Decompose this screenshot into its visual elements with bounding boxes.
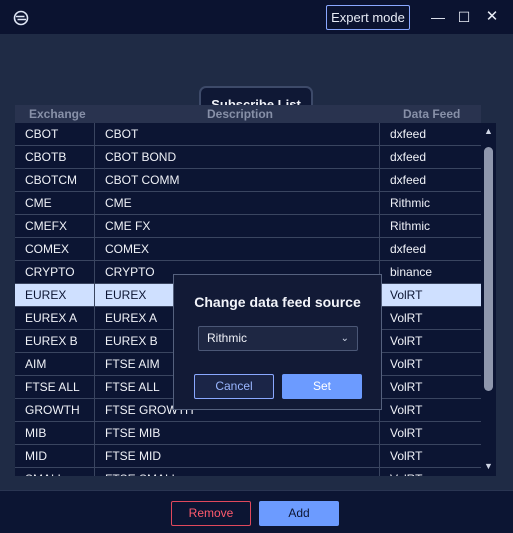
minimize-icon[interactable]: — [429, 8, 447, 26]
cell-description: CBOT BOND [95, 146, 380, 168]
header-exchange[interactable]: Exchange [29, 105, 86, 123]
cell-data-feed: Rithmic [390, 219, 431, 233]
cell-exchange: GROWTH [15, 399, 95, 421]
cell-data-feed: VolRT [380, 468, 481, 476]
table-row[interactable]: COMEX COMEX dxfeed [15, 238, 481, 261]
cell-data-feed: dxfeed [390, 127, 427, 141]
cell-exchange: EUREX [15, 284, 95, 306]
dialog-title: Change data feed source [194, 294, 361, 310]
table-row[interactable]: CME CME Rithmic [15, 192, 481, 215]
table-row[interactable]: CBOTB CBOT BOND dxfeed [15, 146, 481, 169]
cancel-button[interactable]: Cancel [194, 374, 274, 399]
table-header: Exchange Description Data Feed [15, 105, 481, 123]
vertical-scrollbar[interactable]: ▲ ▼ [481, 123, 496, 476]
table-row[interactable]: SMALLFTSE SMALLVolRT [15, 468, 481, 476]
cell-exchange: CMEFX [15, 215, 95, 237]
cell-exchange: EUREX A [15, 307, 95, 329]
cell-description: COMEX [95, 238, 380, 260]
cell-description: CBOT [95, 123, 380, 145]
cell-exchange: CBOTB [15, 146, 95, 168]
cell-exchange: CBOTCM [15, 169, 95, 191]
cell-description: FTSE SMALL [95, 468, 380, 476]
cell-data-feed: Rithmic [390, 196, 431, 210]
cell-data-feed: VolRT [390, 334, 423, 348]
table-row[interactable]: MID FTSE MID VolRT [15, 445, 481, 468]
data-feed-select[interactable]: Rithmic ⌄ [198, 326, 358, 351]
cell-description: CBOT COMM [95, 169, 380, 191]
table-row[interactable]: CBOT CBOT dxfeed [15, 123, 481, 146]
close-icon[interactable]: ✕ [483, 8, 501, 26]
table-row[interactable]: CMEFX CME FX Rithmic [15, 215, 481, 238]
cell-exchange: CBOT [15, 123, 95, 145]
header-description[interactable]: Description [207, 105, 273, 123]
footer-bar: Remove Add [0, 490, 513, 533]
scroll-down-arrow-icon[interactable]: ▼ [481, 459, 496, 473]
scroll-thumb[interactable] [484, 147, 493, 391]
cell-data-feed: VolRT [390, 426, 423, 440]
cell-data-feed: VolRT [390, 288, 423, 302]
cell-exchange: MID [15, 445, 95, 467]
cell-exchange: FTSE ALL [15, 376, 95, 398]
cell-description: FTSE MID [95, 445, 380, 467]
cell-data-feed: VolRT [390, 311, 423, 325]
table-row[interactable]: CBOTCM CBOT COMM dxfeed [15, 169, 481, 192]
title-bar: Expert mode — ☐ ✕ [0, 0, 513, 34]
cell-data-feed: VolRT [390, 449, 423, 463]
app-logo-icon [13, 10, 29, 26]
table-row[interactable]: MIB FTSE MIB VolRT [15, 422, 481, 445]
cell-exchange: SMALL [15, 468, 95, 476]
cell-data-feed: dxfeed [390, 173, 427, 187]
remove-button[interactable]: Remove [171, 501, 251, 526]
header-data-feed[interactable]: Data Feed [403, 105, 460, 123]
change-data-feed-dialog: Change data feed source Rithmic ⌄ Cancel… [173, 274, 382, 410]
cell-data-feed: dxfeed [390, 242, 427, 256]
cell-data-feed: dxfeed [390, 150, 427, 164]
cell-exchange: COMEX [15, 238, 95, 260]
cell-data-feed: VolRT [390, 380, 423, 394]
cell-exchange: CRYPTO [15, 261, 95, 283]
scroll-up-arrow-icon[interactable]: ▲ [481, 124, 496, 138]
expert-mode-button[interactable]: Expert mode [326, 5, 410, 30]
maximize-icon[interactable]: ☐ [455, 8, 473, 26]
cell-exchange: CME [15, 192, 95, 214]
set-button[interactable]: Set [282, 374, 362, 399]
cell-exchange: EUREX B [15, 330, 95, 352]
cell-description: CME [95, 192, 380, 214]
add-button[interactable]: Add [259, 501, 339, 526]
cell-description: FTSE MIB [95, 422, 380, 444]
cell-data-feed: VolRT [390, 357, 423, 371]
cell-data-feed: VolRT [390, 403, 423, 417]
cell-data-feed: binance [390, 265, 433, 279]
chevron-down-icon: ⌄ [340, 333, 349, 344]
cell-exchange: MIB [15, 422, 95, 444]
data-feed-select-value: Rithmic [207, 331, 248, 345]
cell-exchange: AIM [15, 353, 95, 375]
cell-description: CME FX [95, 215, 380, 237]
